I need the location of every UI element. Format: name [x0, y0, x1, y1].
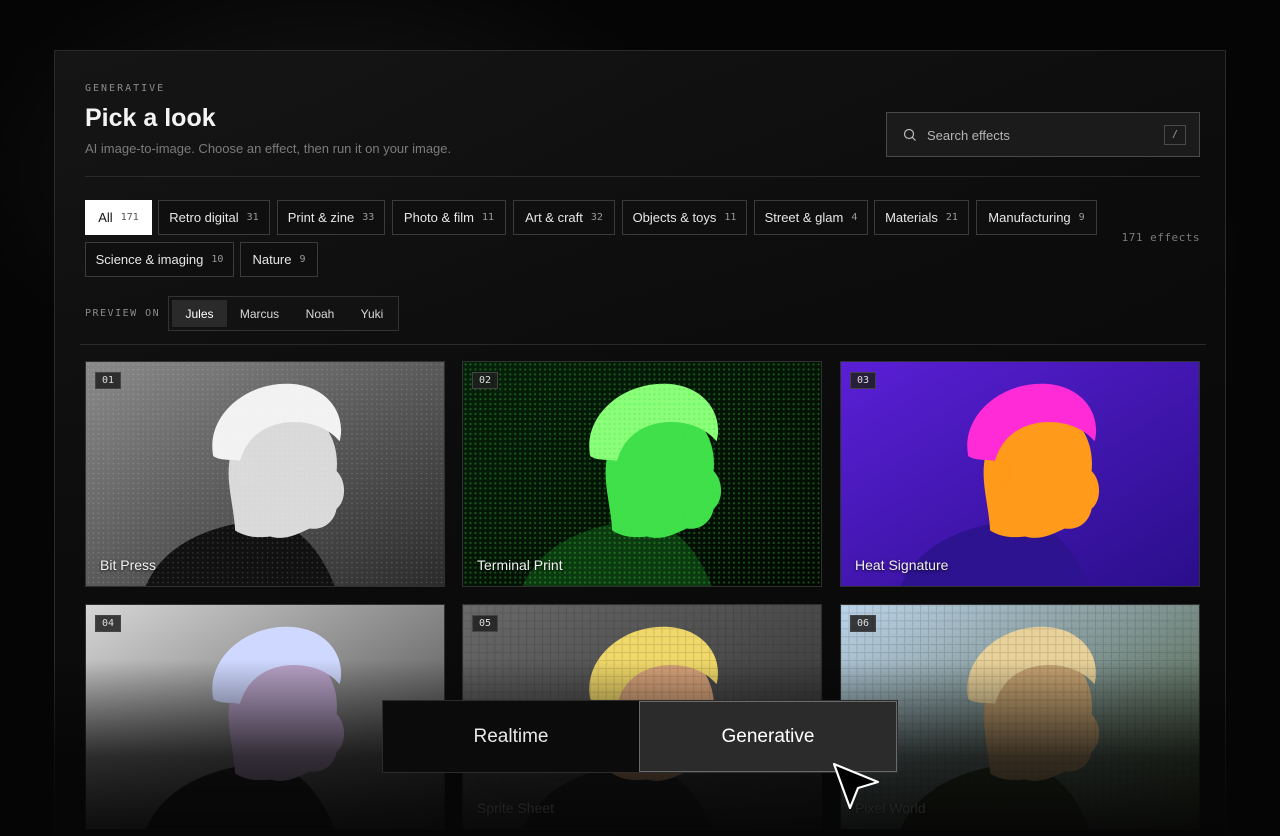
category-chip-count: 32 — [590, 212, 603, 223]
category-chip-count: 21 — [945, 212, 958, 223]
effect-name: Heat Signature — [855, 557, 949, 573]
category-chip-count: 171 — [120, 212, 139, 223]
mode-realtime-button[interactable]: Realtime — [383, 701, 639, 772]
effect-number: 01 — [95, 372, 122, 389]
search-icon — [903, 128, 916, 141]
effect-number: 04 — [95, 615, 122, 632]
category-chip-label: All — [98, 210, 113, 225]
category-chip-label: Materials — [885, 210, 938, 225]
category-chip-manufacturing[interactable]: Manufacturing 9 — [976, 200, 1097, 235]
effect-card[interactable]: 01 Bit Press — [85, 361, 445, 587]
effect-name: Sprite Sheet — [477, 800, 555, 816]
category-chip-count: 10 — [211, 254, 224, 265]
category-chip-label: Nature — [252, 252, 292, 267]
grid-divider — [80, 344, 1206, 345]
search-box[interactable]: / — [886, 112, 1200, 157]
category-chip-count: 9 — [1078, 212, 1085, 223]
page-subtitle: AI image-to-image. Choose an effect, the… — [85, 141, 452, 156]
category-chip-nature[interactable]: Nature 9 — [240, 242, 318, 277]
category-chip-count: 11 — [482, 212, 495, 223]
category-chip-label: Retro digital — [169, 210, 239, 225]
preview-option-yuki[interactable]: Yuki — [348, 300, 396, 327]
search-input[interactable] — [927, 125, 1147, 145]
effect-name: Bit Press — [100, 557, 157, 573]
effect-number: 06 — [850, 615, 877, 632]
preview-option-jules[interactable]: Jules — [172, 300, 227, 327]
mouse-pointer-icon — [832, 762, 880, 810]
preview-subject-selector: Jules Marcus Noah Yuki — [168, 296, 399, 331]
effect-number: 02 — [472, 372, 499, 389]
category-chip-street-glam[interactable]: Street & glam 4 — [754, 200, 868, 235]
preview-option-marcus[interactable]: Marcus — [227, 300, 292, 327]
category-chip-objects-toys[interactable]: Objects & toys 11 — [622, 200, 747, 235]
category-chip-label: Objects & toys — [632, 210, 717, 225]
effect-preview-image — [463, 362, 821, 586]
category-chip-count: 9 — [299, 254, 306, 265]
page-title: Pick a look — [85, 104, 216, 132]
category-chip-all[interactable]: All 171 — [85, 200, 152, 235]
category-chip-label: Print & zine — [287, 210, 355, 225]
category-chip-label: Street & glam — [764, 210, 844, 225]
category-chip-label: Art & craft — [525, 210, 583, 225]
search-shortcut-key: / — [1164, 125, 1186, 145]
header-divider — [85, 176, 1200, 177]
effects-count: 171 effects — [1121, 231, 1200, 244]
effect-number: 03 — [850, 372, 877, 389]
preview-option-noah[interactable]: Noah — [292, 300, 348, 327]
category-chip-science-imaging[interactable]: Science & imaging 10 — [85, 242, 234, 277]
effect-preview-image — [841, 362, 1199, 586]
category-chip-count: 4 — [851, 212, 858, 223]
category-chip-count: 31 — [246, 212, 259, 223]
section-eyebrow: GENERATIVE — [85, 83, 166, 94]
category-chip-photo-film[interactable]: Photo & film 11 — [392, 200, 506, 235]
category-chip-label: Science & imaging — [95, 252, 204, 267]
effect-card[interactable]: 02 Terminal Print — [462, 361, 822, 587]
category-chip-label: Photo & film — [403, 210, 475, 225]
effect-number: 05 — [472, 615, 499, 632]
preview-on-label: PREVIEW ON — [85, 308, 161, 319]
category-chip-retro-digital[interactable]: Retro digital 31 — [158, 200, 270, 235]
effect-name: Terminal Print — [477, 557, 563, 573]
category-chip-count: 33 — [362, 212, 375, 223]
category-chip-label: Manufacturing — [988, 210, 1071, 225]
effect-card[interactable]: 03 Heat Signature — [840, 361, 1200, 587]
category-chip-art-craft[interactable]: Art & craft 32 — [513, 200, 615, 235]
category-chip-materials[interactable]: Materials 21 — [874, 200, 969, 235]
category-chip-print-zine[interactable]: Print & zine 33 — [277, 200, 385, 235]
effect-preview-image — [86, 362, 444, 586]
mode-switch: Realtime Generative — [382, 700, 898, 773]
category-chip-count: 11 — [724, 212, 737, 223]
